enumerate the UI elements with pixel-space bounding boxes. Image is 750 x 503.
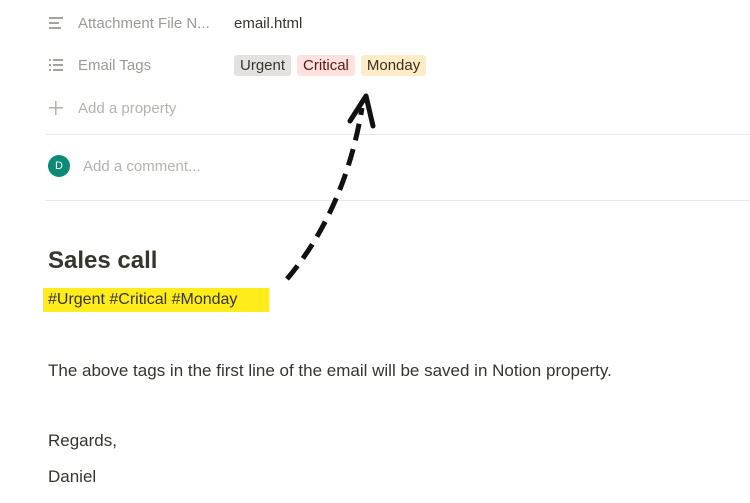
annotation-arrow-icon bbox=[285, 93, 376, 281]
